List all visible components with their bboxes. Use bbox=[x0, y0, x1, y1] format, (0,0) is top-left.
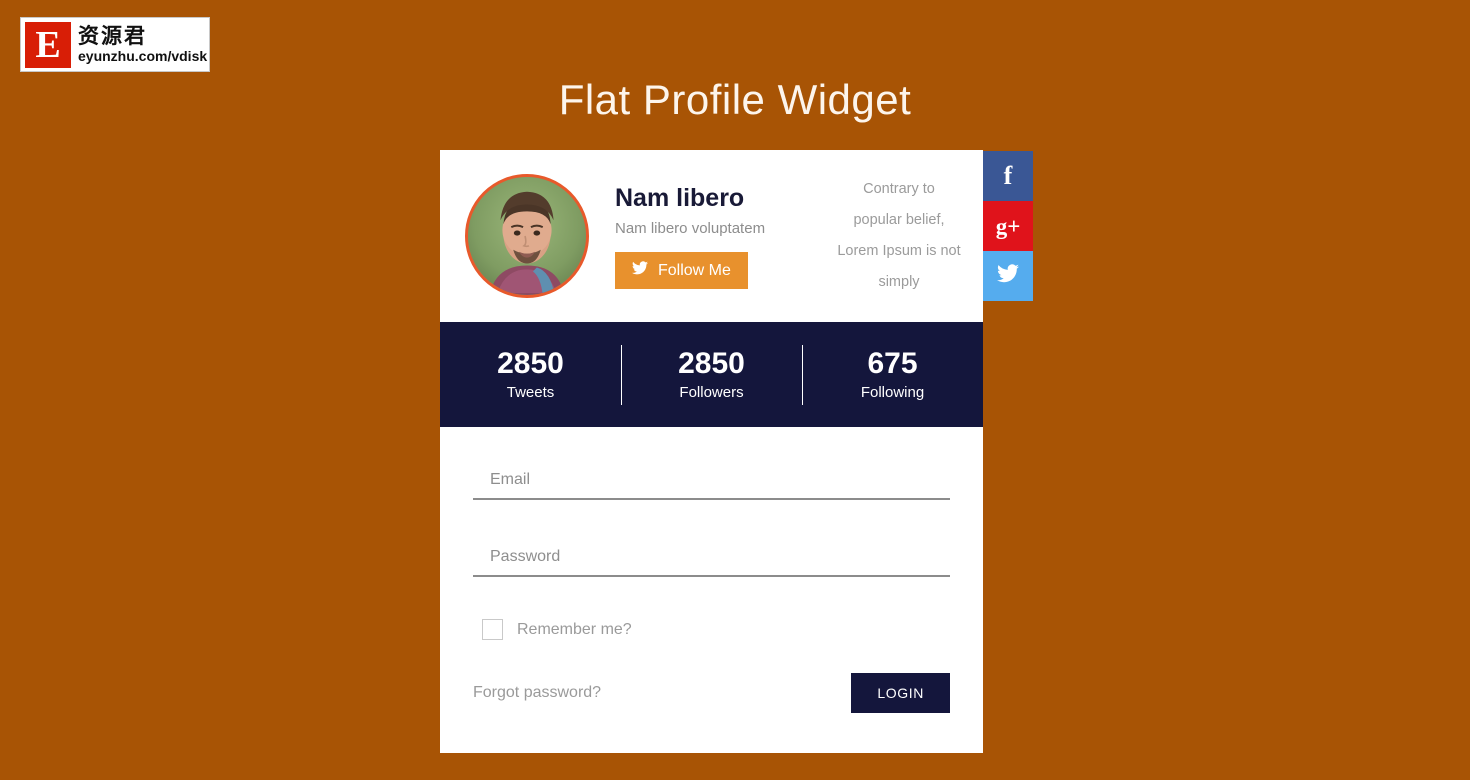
stat-label: Followers bbox=[679, 383, 744, 401]
password-input[interactable] bbox=[473, 542, 950, 577]
profile-meta: Nam libero Nam libero voluptatem Follow … bbox=[615, 183, 815, 289]
login-form: Remember me? Forgot password? LOGIN bbox=[440, 427, 983, 753]
stat-following: 675 Following bbox=[802, 346, 983, 404]
logo-chinese-text: 资源君 bbox=[78, 24, 147, 48]
avatar-photo bbox=[468, 177, 586, 295]
stats-bar: 2850 Tweets 2850 Followers 675 Following bbox=[440, 322, 983, 427]
googleplus-icon: g+ bbox=[995, 213, 1021, 239]
site-watermark-logo: E 资源君 eyunzhu.com/vdisk bbox=[20, 17, 210, 72]
stat-followers: 2850 Followers bbox=[621, 346, 802, 404]
login-form-footer: Forgot password? LOGIN bbox=[473, 673, 950, 713]
page-title: Flat Profile Widget bbox=[558, 76, 912, 124]
facebook-icon: f bbox=[1003, 161, 1013, 190]
stat-value: 675 bbox=[867, 346, 918, 380]
logo-badge-icon: E bbox=[25, 21, 71, 68]
forgot-password-link[interactable]: Forgot password? bbox=[473, 684, 601, 702]
social-button-twitter[interactable] bbox=[983, 251, 1033, 301]
stat-value: 2850 bbox=[497, 346, 564, 380]
remember-me-row: Remember me? bbox=[473, 619, 950, 640]
twitter-bird-icon bbox=[632, 261, 648, 280]
twitter-icon bbox=[997, 264, 1019, 288]
remember-me-label[interactable]: Remember me? bbox=[517, 621, 632, 639]
profile-subtitle: Nam libero voluptatem bbox=[615, 220, 766, 237]
stat-value: 2850 bbox=[678, 346, 745, 380]
avatar-portrait-icon bbox=[468, 177, 586, 295]
social-button-facebook[interactable]: f bbox=[983, 151, 1033, 201]
remember-me-checkbox[interactable] bbox=[482, 619, 503, 640]
profile-widget: Nam libero Nam libero voluptatem Follow … bbox=[440, 150, 983, 753]
password-field-wrapper bbox=[473, 542, 950, 577]
logo-url-text: eyunzhu.com/vdisk bbox=[78, 48, 208, 64]
social-share-rail: f g+ bbox=[983, 151, 1033, 301]
login-button[interactable]: LOGIN bbox=[851, 673, 950, 713]
follow-me-button[interactable]: Follow Me bbox=[615, 252, 748, 289]
stat-label: Tweets bbox=[506, 383, 555, 401]
email-input[interactable] bbox=[473, 465, 950, 500]
follow-me-label: Follow Me bbox=[658, 261, 731, 279]
email-field-wrapper bbox=[473, 465, 950, 500]
avatar bbox=[465, 174, 589, 298]
profile-quote: Contrary to popular belief, Lorem Ipsum … bbox=[837, 181, 961, 290]
social-button-googleplus[interactable]: g+ bbox=[983, 201, 1033, 251]
stat-tweets: 2850 Tweets bbox=[440, 346, 621, 404]
stat-label: Following bbox=[860, 383, 925, 401]
profile-name: Nam libero bbox=[615, 184, 745, 212]
profile-header: Nam libero Nam libero voluptatem Follow … bbox=[440, 150, 983, 322]
logo-text-group: 资源君 eyunzhu.com/vdisk bbox=[78, 24, 207, 65]
